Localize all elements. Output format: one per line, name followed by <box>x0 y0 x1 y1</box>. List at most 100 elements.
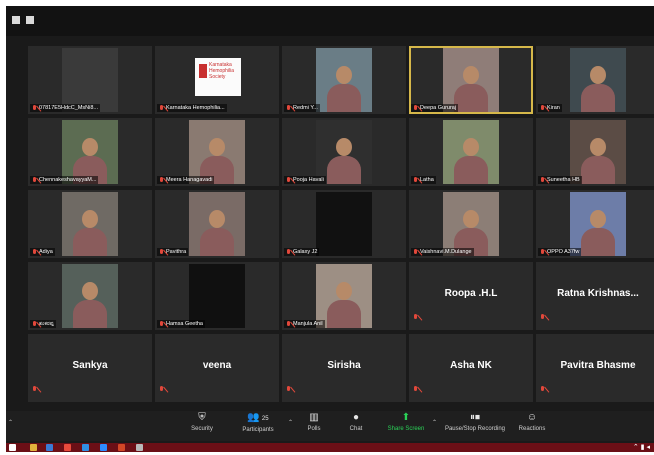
participant-video <box>62 120 118 184</box>
participant-grid: 07817E5HdcC_MsNi8... Karnataka Hemophilia… <box>28 46 654 406</box>
participant-name-label: Pooja Havali <box>284 176 326 184</box>
participant-tile[interactable]: Sirisha <box>282 334 406 402</box>
muted-mic-icon <box>413 176 418 184</box>
participant-tile[interactable]: Pooja Havali <box>282 118 406 186</box>
participant-tile[interactable]: Sankya <box>28 334 152 402</box>
participant-tile[interactable]: 07817E5HdcC_MsNi8... <box>28 46 152 114</box>
participant-name-text: Manjula Anil <box>293 321 323 327</box>
powerpoint-icon[interactable] <box>118 444 125 451</box>
security-button[interactable]: ⛨ Security <box>182 413 222 433</box>
polls-button[interactable]: ▥ Polls <box>298 412 330 433</box>
participant-tile[interactable]: Latha <box>409 118 533 186</box>
participant-head <box>209 210 225 228</box>
participant-video <box>316 192 372 256</box>
participant-tile[interactable]: Suneetha HB <box>536 118 654 186</box>
participant-head <box>82 210 98 228</box>
polls-icon: ▥ <box>309 412 319 423</box>
muted-mic-icon <box>159 248 164 256</box>
participant-tile[interactable]: ChennakeshavayyaM... <box>28 118 152 186</box>
participant-video <box>189 120 245 184</box>
participant-display-name: Ratna Krishnas... <box>557 288 639 299</box>
participant-video <box>443 120 499 184</box>
participant-tile[interactable]: Asha NK <box>409 334 533 402</box>
participant-tile[interactable]: OPPO A37fw <box>536 190 654 258</box>
participants-caret-icon[interactable]: ⌃ <box>288 419 293 426</box>
muted-mic-icon <box>413 104 418 112</box>
participant-name-label: Karnataka Hemophilia... <box>157 104 227 112</box>
muted-mic-icon <box>32 104 37 112</box>
participant-name-label: Deepa Gururaj <box>411 104 459 112</box>
organization-logo: Karnataka Hemophilia Society <box>195 58 241 96</box>
muted-mic-icon <box>32 248 37 256</box>
participant-tile[interactable]: Roopa .H.L <box>409 262 533 330</box>
participant-tile[interactable]: Galaxy J2 <box>282 190 406 258</box>
participant-video <box>62 264 118 328</box>
participant-tile[interactable]: Kiran <box>536 46 654 114</box>
participant-tile[interactable]: Hamsa Geetha <box>155 262 279 330</box>
participant-body <box>327 156 361 184</box>
participants-count: 25 <box>261 416 269 422</box>
participant-tile[interactable]: Manjula Anil <box>282 262 406 330</box>
participant-name-text: Suneetha HB <box>547 177 580 183</box>
muted-mic-icon <box>540 380 547 398</box>
participant-tile[interactable]: Adiya <box>28 190 152 258</box>
participant-display-name: Sankya <box>72 360 108 371</box>
participant-name-text: Redmi Y... <box>293 105 318 111</box>
pause-stop-recording-button[interactable]: ⏸⏹ Pause/Stop Recording <box>440 413 510 433</box>
participant-video <box>443 192 499 256</box>
participant-tile[interactable]: Pavitra Bhasme <box>536 334 654 402</box>
participant-tile[interactable]: Karnataka Hemophilia Society Karnataka He… <box>155 46 279 114</box>
muted-mic-icon <box>286 248 291 256</box>
participant-tile[interactable]: Deepa Gururaj <box>409 46 533 114</box>
meeting-toolbar: ⌃ ⛨ Security 👥 25 Participants ⌃ ▥ Polls … <box>6 411 654 441</box>
participant-name-label: Suneetha HB <box>538 176 582 184</box>
tray-icon[interactable]: ▮ <box>641 444 645 451</box>
muted-mic-icon <box>286 176 291 184</box>
participant-tile[interactable]: Redmi Y... <box>282 46 406 114</box>
windows-taskbar: ⌃ ▮ ◂ <box>6 443 654 452</box>
muted-mic-icon <box>540 248 545 256</box>
participant-body <box>327 300 361 328</box>
chat-button[interactable]: ● Chat <box>340 413 372 433</box>
muted-mic-icon <box>32 380 39 398</box>
window-control-icon[interactable] <box>26 16 34 24</box>
start-icon[interactable] <box>9 444 16 451</box>
participant-head <box>590 66 606 84</box>
share-screen-icon: ⬆ <box>401 412 411 423</box>
participant-name-label: Adiya <box>30 248 55 256</box>
muted-mic-icon <box>413 380 420 398</box>
participant-head <box>336 138 352 156</box>
participant-name-text: Hamsa Geetha <box>166 321 203 327</box>
tray-chevron-icon[interactable]: ⌃ <box>633 444 639 451</box>
store-icon[interactable] <box>46 444 53 451</box>
chrome-icon[interactable] <box>64 444 71 451</box>
muted-mic-icon <box>159 380 166 398</box>
participant-body <box>327 84 361 112</box>
participant-tile[interactable]: Ratna Krishnas... <box>536 262 654 330</box>
zoom-icon[interactable] <box>100 444 107 451</box>
muted-mic-icon <box>413 308 420 326</box>
edge-icon[interactable] <box>82 444 89 451</box>
chevron-up-icon[interactable]: ⌃ <box>8 419 13 426</box>
participant-tile[interactable]: veena <box>155 334 279 402</box>
view-toggle-icon[interactable] <box>12 16 20 24</box>
participant-tile[interactable]: Meera Hanagavadi <box>155 118 279 186</box>
participant-name-label: ChennakeshavayyaM... <box>30 176 99 184</box>
share-screen-button[interactable]: ⬆ Share Screen <box>382 412 430 433</box>
volume-icon[interactable]: ◂ <box>646 444 650 451</box>
app-icon[interactable] <box>136 444 143 451</box>
muted-mic-icon <box>286 104 291 112</box>
participant-tile[interactable]: Vaishnavi.M.Dulange <box>409 190 533 258</box>
participant-tile[interactable]: ಶಂಕರಪ್ಪ <box>28 262 152 330</box>
share-screen-caret-icon[interactable]: ⌃ <box>432 419 437 426</box>
participant-tile[interactable]: Pavithra <box>155 190 279 258</box>
participants-button[interactable]: 👥 25 Participants <box>232 413 284 434</box>
reactions-button[interactable]: ☺ Reactions <box>512 413 552 433</box>
participant-head <box>463 138 479 156</box>
participant-video <box>316 48 372 112</box>
participant-name-label: Meera Hanagavadi <box>157 176 215 184</box>
file-explorer-icon[interactable] <box>30 444 37 451</box>
participant-display-name: Pavitra Bhasme <box>560 360 636 371</box>
participant-head <box>590 138 606 156</box>
participant-name-label: ಶಂಕರಪ್ಪ <box>30 320 56 328</box>
